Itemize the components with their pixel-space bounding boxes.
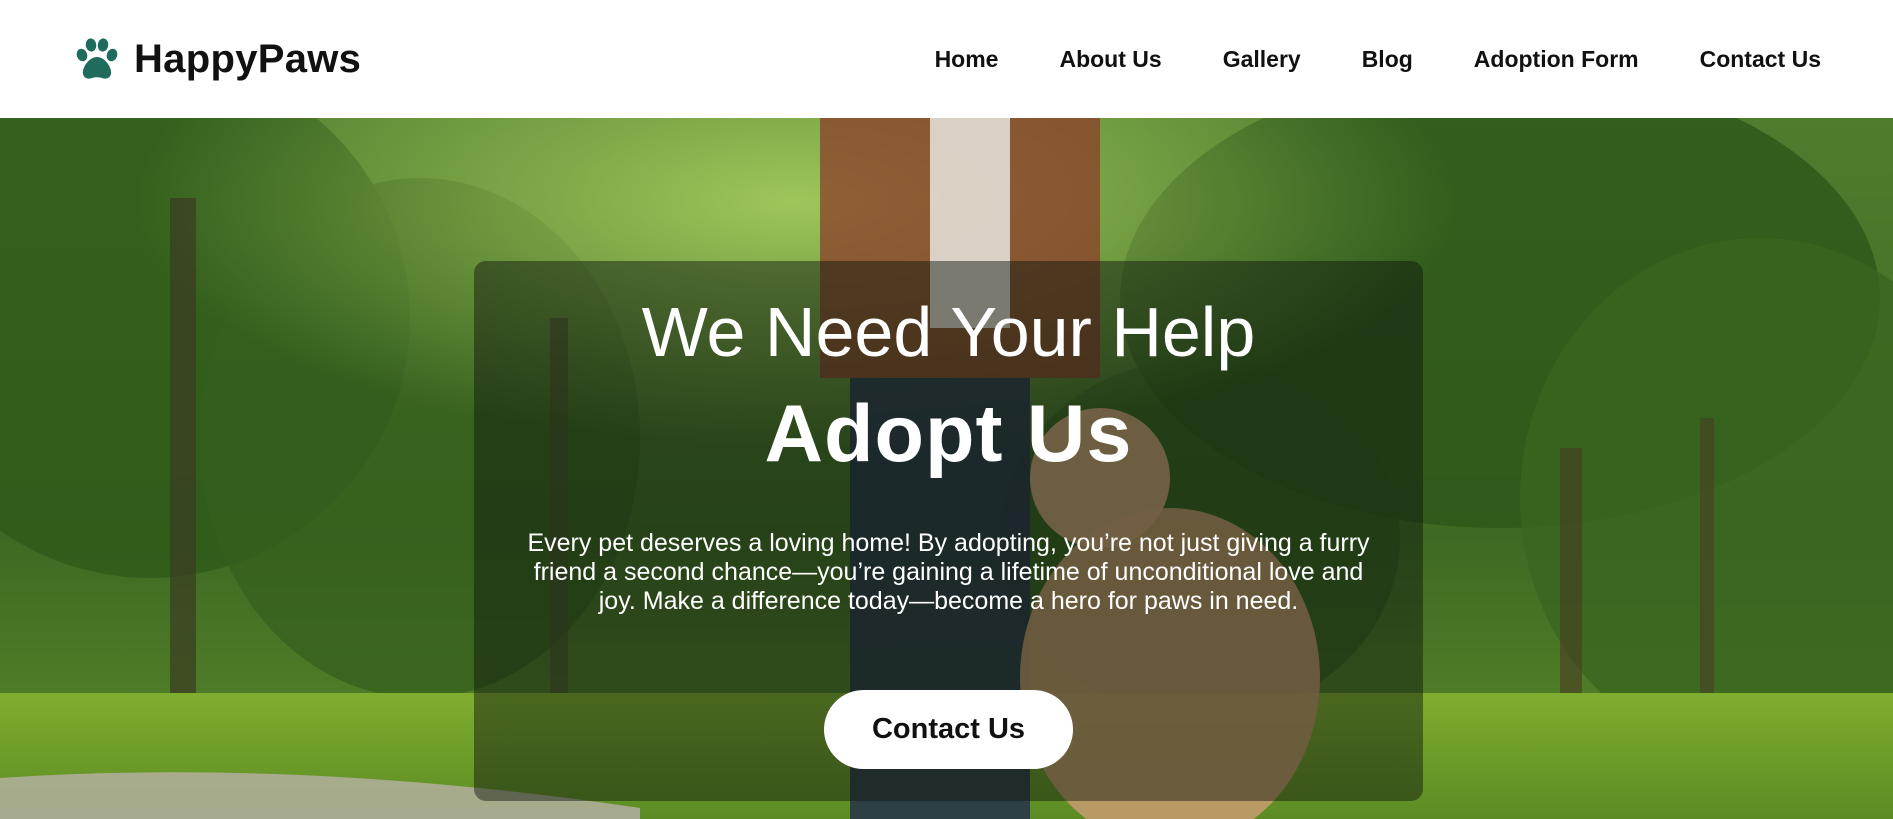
nav-blog[interactable]: Blog [1362, 46, 1413, 73]
hero-overlay-panel: We Need Your Help Adopt Us Every pet des… [474, 261, 1423, 801]
nav-adoption-form[interactable]: Adoption Form [1474, 46, 1639, 73]
paw-icon [76, 38, 118, 79]
nav-about-us[interactable]: About Us [1059, 46, 1161, 73]
hero-kicker: We Need Your Help [641, 293, 1256, 371]
nav-gallery[interactable]: Gallery [1223, 46, 1301, 73]
site-header: HappyPaws Home About Us Gallery Blog Ado… [0, 0, 1893, 118]
brand-logo[interactable]: HappyPaws [74, 37, 361, 82]
brand-name: HappyPaws [134, 36, 362, 81]
hero-headline: Adopt Us [764, 389, 1133, 479]
nav-home[interactable]: Home [935, 46, 999, 73]
hero-description: Every pet deserves a loving home! By ado… [527, 529, 1370, 615]
contact-us-button[interactable]: Contact Us [824, 690, 1073, 769]
main-nav: Home About Us Gallery Blog Adoption Form… [935, 46, 1821, 73]
hero-section: We Need Your Help Adopt Us Every pet des… [0, 118, 1893, 819]
nav-contact-us[interactable]: Contact Us [1700, 46, 1821, 73]
